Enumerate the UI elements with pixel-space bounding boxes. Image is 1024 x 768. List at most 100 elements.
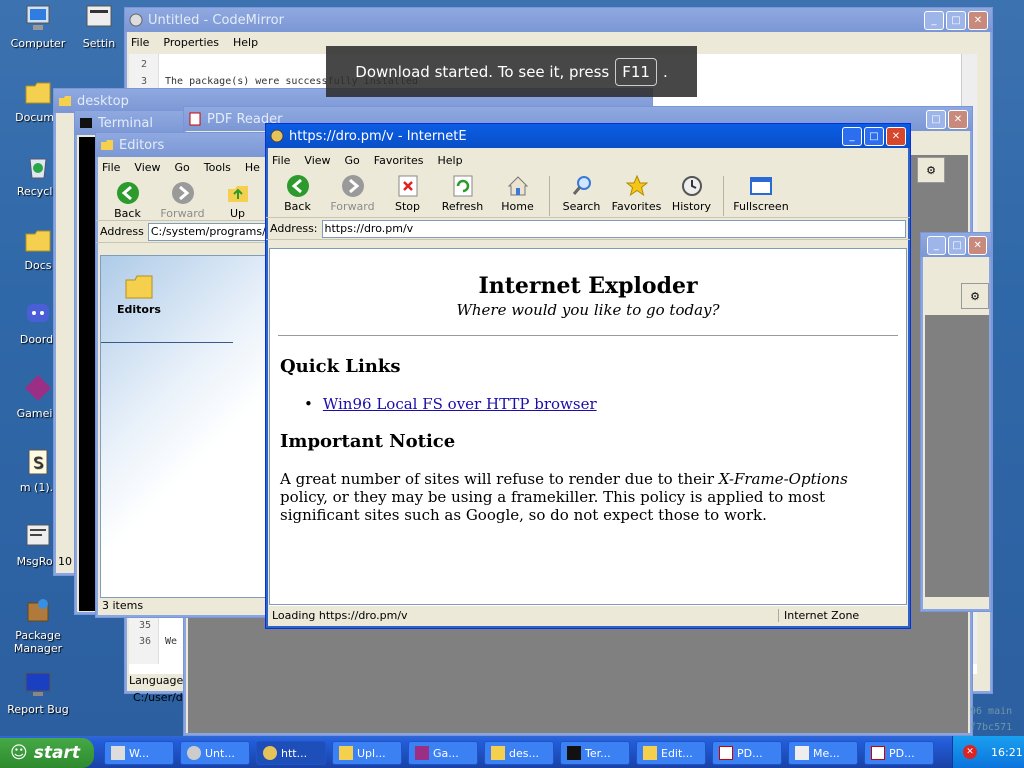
taskbar: ☺ start W... Unt... htt... Upl... Ga... … xyxy=(0,736,1024,768)
menu-file[interactable]: File xyxy=(272,154,290,167)
f11-key: F11 xyxy=(615,57,657,86)
codemirror-icon xyxy=(187,746,201,760)
ie-titlebar[interactable]: https://dro.pm/v - InternetE _ □ ✕ xyxy=(266,124,910,148)
folder-label: Editors xyxy=(117,303,161,316)
link-list: • Win96 Local FS over HTTP browser xyxy=(304,395,906,413)
fullscreen-button[interactable]: Fullscreen xyxy=(728,172,794,213)
menu-view[interactable]: View xyxy=(134,161,160,174)
menu-help[interactable]: Help xyxy=(438,154,463,167)
home-button[interactable]: Home xyxy=(490,172,545,213)
editors-folder-item[interactable]: Editors xyxy=(109,272,169,316)
error-icon[interactable]: ✕ xyxy=(963,745,977,759)
editors-window[interactable]: Editors File View Go Tools He Back Forwa… xyxy=(95,132,299,618)
line-number: 35 xyxy=(139,620,152,631)
pdf-toolbar-button[interactable]: ⚙ xyxy=(917,157,945,183)
codemirror-titlebar[interactable]: Untitled - CodeMirror _ □ ✕ xyxy=(125,8,992,32)
menu-file[interactable]: File xyxy=(131,36,149,49)
maximize-button[interactable]: □ xyxy=(926,109,946,129)
codemirror-icon xyxy=(129,13,143,27)
minimize-button[interactable]: _ xyxy=(842,126,862,146)
desktop-icon-settings[interactable]: Settin xyxy=(79,2,119,50)
task-button[interactable]: PD... xyxy=(864,741,934,765)
search-icon xyxy=(570,172,594,200)
msgroom-icon xyxy=(22,520,54,552)
address-label: Address: xyxy=(270,222,318,235)
package-icon xyxy=(22,594,54,626)
page-heading: Internet Exploder xyxy=(478,273,698,299)
address-input[interactable] xyxy=(321,219,906,238)
gear-icon: ⚙ xyxy=(970,289,980,303)
menu-file[interactable]: File xyxy=(102,161,120,174)
menu-go[interactable]: Go xyxy=(175,161,190,174)
folder-icon xyxy=(109,272,169,303)
notice-heading: Important Notice xyxy=(280,431,456,452)
quick-links-heading: Quick Links xyxy=(280,356,401,377)
maximize-button[interactable]: □ xyxy=(864,126,884,146)
system-tray: ✕ 16:21 xyxy=(952,736,1024,768)
toolbar-separator xyxy=(549,176,550,216)
task-button[interactable]: des... xyxy=(484,741,554,765)
task-button[interactable]: Upl... xyxy=(332,741,402,765)
up-button[interactable]: Up xyxy=(210,179,265,220)
win96-fs-link[interactable]: Win96 Local FS over HTTP browser xyxy=(323,395,597,413)
history-button[interactable]: History xyxy=(664,172,719,213)
menu-help[interactable]: He xyxy=(245,161,260,174)
menu-properties[interactable]: Properties xyxy=(163,36,219,49)
forward-arrow-icon xyxy=(171,179,195,207)
forward-button[interactable]: Forward xyxy=(155,179,210,220)
close-button[interactable]: ✕ xyxy=(968,10,988,30)
search-button[interactable]: Search xyxy=(554,172,609,213)
menu-view[interactable]: View xyxy=(304,154,330,167)
report-bug-icon xyxy=(22,668,54,700)
favorites-button[interactable]: Favorites xyxy=(609,172,664,213)
task-button-active[interactable]: htt... xyxy=(256,741,326,765)
menu-help[interactable]: Help xyxy=(233,36,258,49)
back-button[interactable]: Back xyxy=(270,172,325,213)
minimize-button[interactable]: _ xyxy=(926,235,946,255)
ie-window[interactable]: https://dro.pm/v - InternetE _ □ ✕ File … xyxy=(265,123,911,629)
close-button[interactable]: ✕ xyxy=(968,235,987,255)
task-button[interactable]: Ter... xyxy=(560,741,630,765)
editors-file-view[interactable]: Editors xyxy=(100,255,267,598)
start-button[interactable]: ☺ start xyxy=(0,738,94,768)
close-button[interactable]: ✕ xyxy=(948,109,968,129)
desktop-icon-label: Package Manager xyxy=(13,629,63,655)
editors-titlebar[interactable]: Editors xyxy=(96,133,269,157)
side-window[interactable]: _ □ ✕ ⚙ xyxy=(920,232,992,612)
app-icon xyxy=(111,746,125,760)
menu-favorites[interactable]: Favorites xyxy=(374,154,424,167)
task-button[interactable]: Edit... xyxy=(636,741,706,765)
menu-tools[interactable]: Tools xyxy=(204,161,231,174)
pdf-icon xyxy=(871,746,885,760)
desktop-icon-label: Report Bug xyxy=(7,703,69,716)
recycle-bin-icon xyxy=(22,150,54,182)
toast-text: Download started. To see it, press xyxy=(355,62,610,81)
desktop-icon-report-bug[interactable]: Report Bug xyxy=(0,668,76,716)
window-title: Untitled - CodeMirror xyxy=(148,12,284,28)
forward-button[interactable]: Forward xyxy=(325,172,380,213)
back-button[interactable]: Back xyxy=(100,179,155,220)
line-number: 2 xyxy=(141,59,148,70)
settings-icon xyxy=(83,2,115,34)
stop-button[interactable]: Stop xyxy=(380,172,435,213)
desktop-icon-computer[interactable]: Computer xyxy=(0,2,76,50)
pdf-icon xyxy=(188,112,202,126)
minimize-button[interactable]: _ xyxy=(924,10,944,30)
task-button[interactable]: W... xyxy=(104,741,174,765)
desktop-icon-package-manager[interactable]: Package Manager xyxy=(0,594,76,655)
menu-go[interactable]: Go xyxy=(345,154,360,167)
line-number: 3 xyxy=(141,76,148,87)
maximize-button[interactable]: □ xyxy=(946,10,966,30)
web-page[interactable]: Internet Exploder Where would you like t… xyxy=(269,248,907,605)
close-button[interactable]: ✕ xyxy=(886,126,906,146)
refresh-button[interactable]: Refresh xyxy=(435,172,490,213)
task-button[interactable]: Unt... xyxy=(180,741,250,765)
side-window-titlebar[interactable]: _ □ ✕ xyxy=(921,233,991,257)
task-button[interactable]: Ga... xyxy=(408,741,478,765)
ie-icon xyxy=(270,129,284,143)
side-toolbar-button[interactable]: ⚙ xyxy=(961,283,989,309)
task-button[interactable]: PD... xyxy=(712,741,782,765)
notice-text: A great number of sites will refuse to r… xyxy=(280,470,848,524)
maximize-button[interactable]: □ xyxy=(947,235,967,255)
task-button[interactable]: Me... xyxy=(788,741,858,765)
